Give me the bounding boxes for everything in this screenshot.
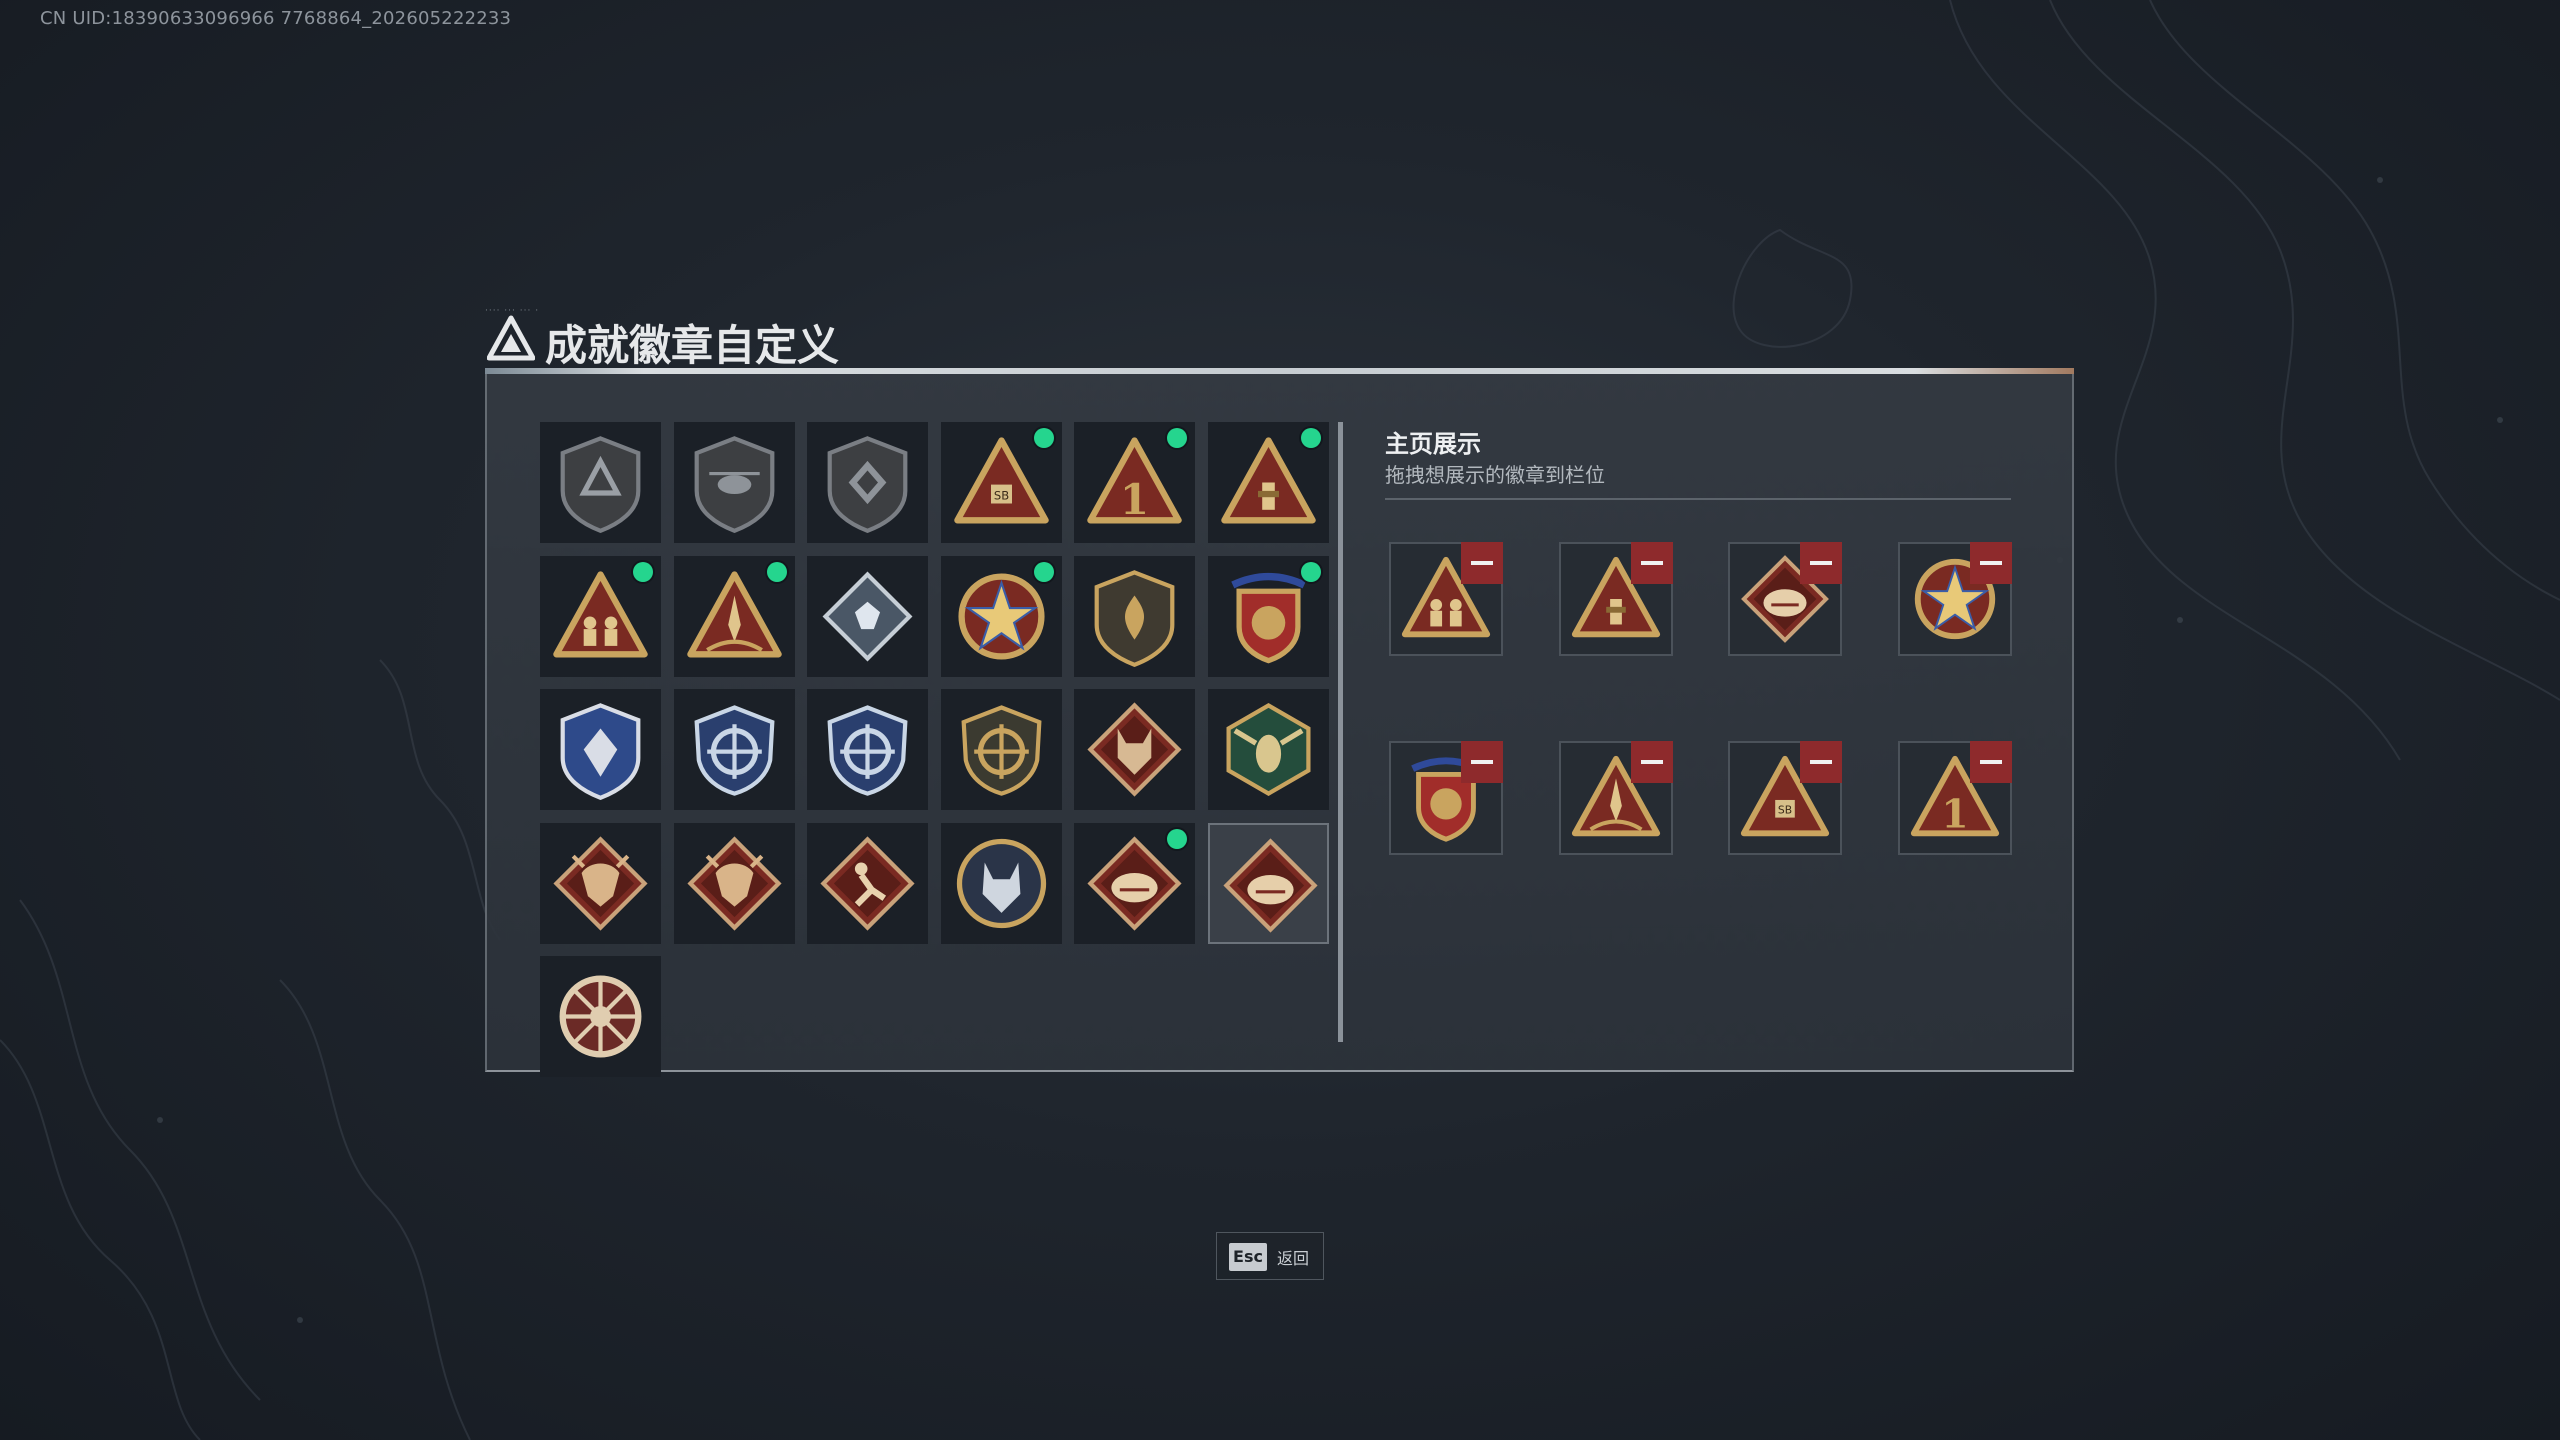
esc-key-icon: Esc [1229, 1243, 1267, 1271]
remove-badge-button[interactable] [1630, 741, 1673, 783]
remove-badge-button[interactable] [1969, 542, 2012, 584]
badge-slot[interactable] [673, 689, 795, 810]
display-slot[interactable] [1728, 542, 1842, 656]
remove-badge-button[interactable] [1630, 542, 1673, 584]
badge-customize-panel: SB 1 主页展示 拖拽想展示的徽章到栏位 SB 1 [485, 374, 2074, 1077]
new-badge-indicator [1300, 428, 1321, 448]
gold-crosshair-badge-icon [961, 705, 1041, 796]
remove-badge-button[interactable] [1969, 741, 2012, 783]
homepage-display-subtitle: 拖拽想展示的徽章到栏位 [1385, 463, 1605, 487]
badge-slot[interactable] [540, 956, 661, 1077]
delta-logo-icon [487, 315, 535, 361]
helicopter-shield-badge-icon [694, 436, 774, 534]
badge-slot[interactable] [673, 422, 795, 543]
badge-slot[interactable]: SB [940, 422, 1062, 543]
new-badge-indicator [1167, 428, 1187, 448]
badge-grid-scrollbar[interactable] [1338, 422, 1343, 1042]
dragon-diamond-badge-icon [553, 835, 648, 931]
uid-label: CN UID:18390633096966 7768864_2026052222… [40, 8, 512, 29]
badge-slot[interactable] [807, 422, 928, 543]
svg-text:SB: SB [1778, 804, 1792, 817]
badge-slot[interactable] [1074, 555, 1195, 677]
new-badge-indicator [1033, 428, 1054, 448]
display-slot[interactable] [1389, 542, 1503, 656]
wheel-badge-icon [559, 975, 642, 1058]
new-badge-indicator [766, 561, 787, 582]
blue-dragon-shield-badge-icon [560, 703, 641, 801]
badge-slot[interactable] [807, 555, 928, 677]
diamond-shield-badge-icon [827, 436, 908, 534]
dragon-diamond-badge-icon [686, 835, 782, 931]
badge-slot[interactable] [673, 822, 795, 944]
homepage-display-divider [1385, 498, 2011, 500]
wolf-circle-badge-icon [956, 838, 1046, 928]
svg-text:SB: SB [993, 488, 1008, 502]
display-slot[interactable] [1897, 542, 2012, 656]
new-badge-indicator [633, 561, 653, 582]
svg-text:1: 1 [1120, 475, 1149, 524]
badge-slot[interactable] [1207, 422, 1329, 543]
badge-slot[interactable] [540, 555, 661, 677]
display-slot[interactable] [1558, 741, 1673, 855]
badge-slot[interactable] [940, 689, 1062, 810]
remove-badge-button[interactable] [1461, 741, 1503, 783]
badge-slot[interactable] [540, 422, 661, 543]
blue-crosshair-badge-icon [827, 705, 908, 796]
blue-crosshair-badge-icon [694, 705, 774, 796]
badge-slot[interactable] [540, 822, 661, 944]
badge-slot[interactable] [807, 822, 928, 944]
badge-slot[interactable] [1074, 689, 1195, 810]
page-header: ···· ··· ··· · 成就徽章自定义 [485, 300, 2077, 380]
display-slot[interactable]: SB [1728, 741, 1842, 855]
badge-slot[interactable]: 1 [1074, 422, 1195, 543]
badge-slot[interactable] [540, 689, 661, 810]
display-slot[interactable] [1389, 741, 1503, 855]
badge-slot[interactable] [1207, 555, 1329, 677]
delta-shield-badge-icon [560, 436, 641, 534]
new-badge-indicator [1167, 828, 1187, 849]
badge-slot[interactable] [940, 822, 1062, 944]
display-slot[interactable] [1558, 542, 1673, 656]
badge-slot[interactable] [1207, 822, 1329, 944]
new-badge-indicator [1300, 561, 1321, 582]
badge-slot[interactable] [673, 555, 795, 677]
green-hornet-badge-icon [1226, 702, 1310, 797]
back-label: 返回 [1277, 1249, 1310, 1268]
crystal-diamond-badge-icon [822, 571, 913, 661]
badge-slot[interactable] [940, 555, 1062, 677]
remove-badge-button[interactable] [1800, 542, 1842, 584]
runner-diamond-badge-icon [820, 835, 915, 931]
badge-collection-grid: SB 1 [540, 422, 1340, 1077]
display-slot[interactable]: 1 [1897, 741, 2012, 855]
badge-slot[interactable] [1207, 689, 1329, 810]
remove-badge-button[interactable] [1461, 542, 1503, 584]
badge-slot[interactable] [807, 689, 928, 810]
homepage-display-title: 主页展示 [1385, 430, 1481, 458]
remove-badge-button[interactable] [1800, 741, 1842, 783]
back-button[interactable]: Esc 返回 [1216, 1232, 1324, 1280]
badge-slot[interactable] [1074, 822, 1195, 944]
svg-text:1: 1 [1941, 791, 1968, 837]
raptor-diamond-badge-icon [1222, 837, 1318, 933]
wolf-diamond-badge-icon [1087, 702, 1182, 797]
new-badge-indicator [1033, 561, 1054, 582]
fire-shield-badge-icon [1094, 569, 1175, 667]
page-title: 成就徽章自定义 [545, 321, 840, 370]
homepage-display-slots: SB 1 [1389, 542, 2029, 855]
